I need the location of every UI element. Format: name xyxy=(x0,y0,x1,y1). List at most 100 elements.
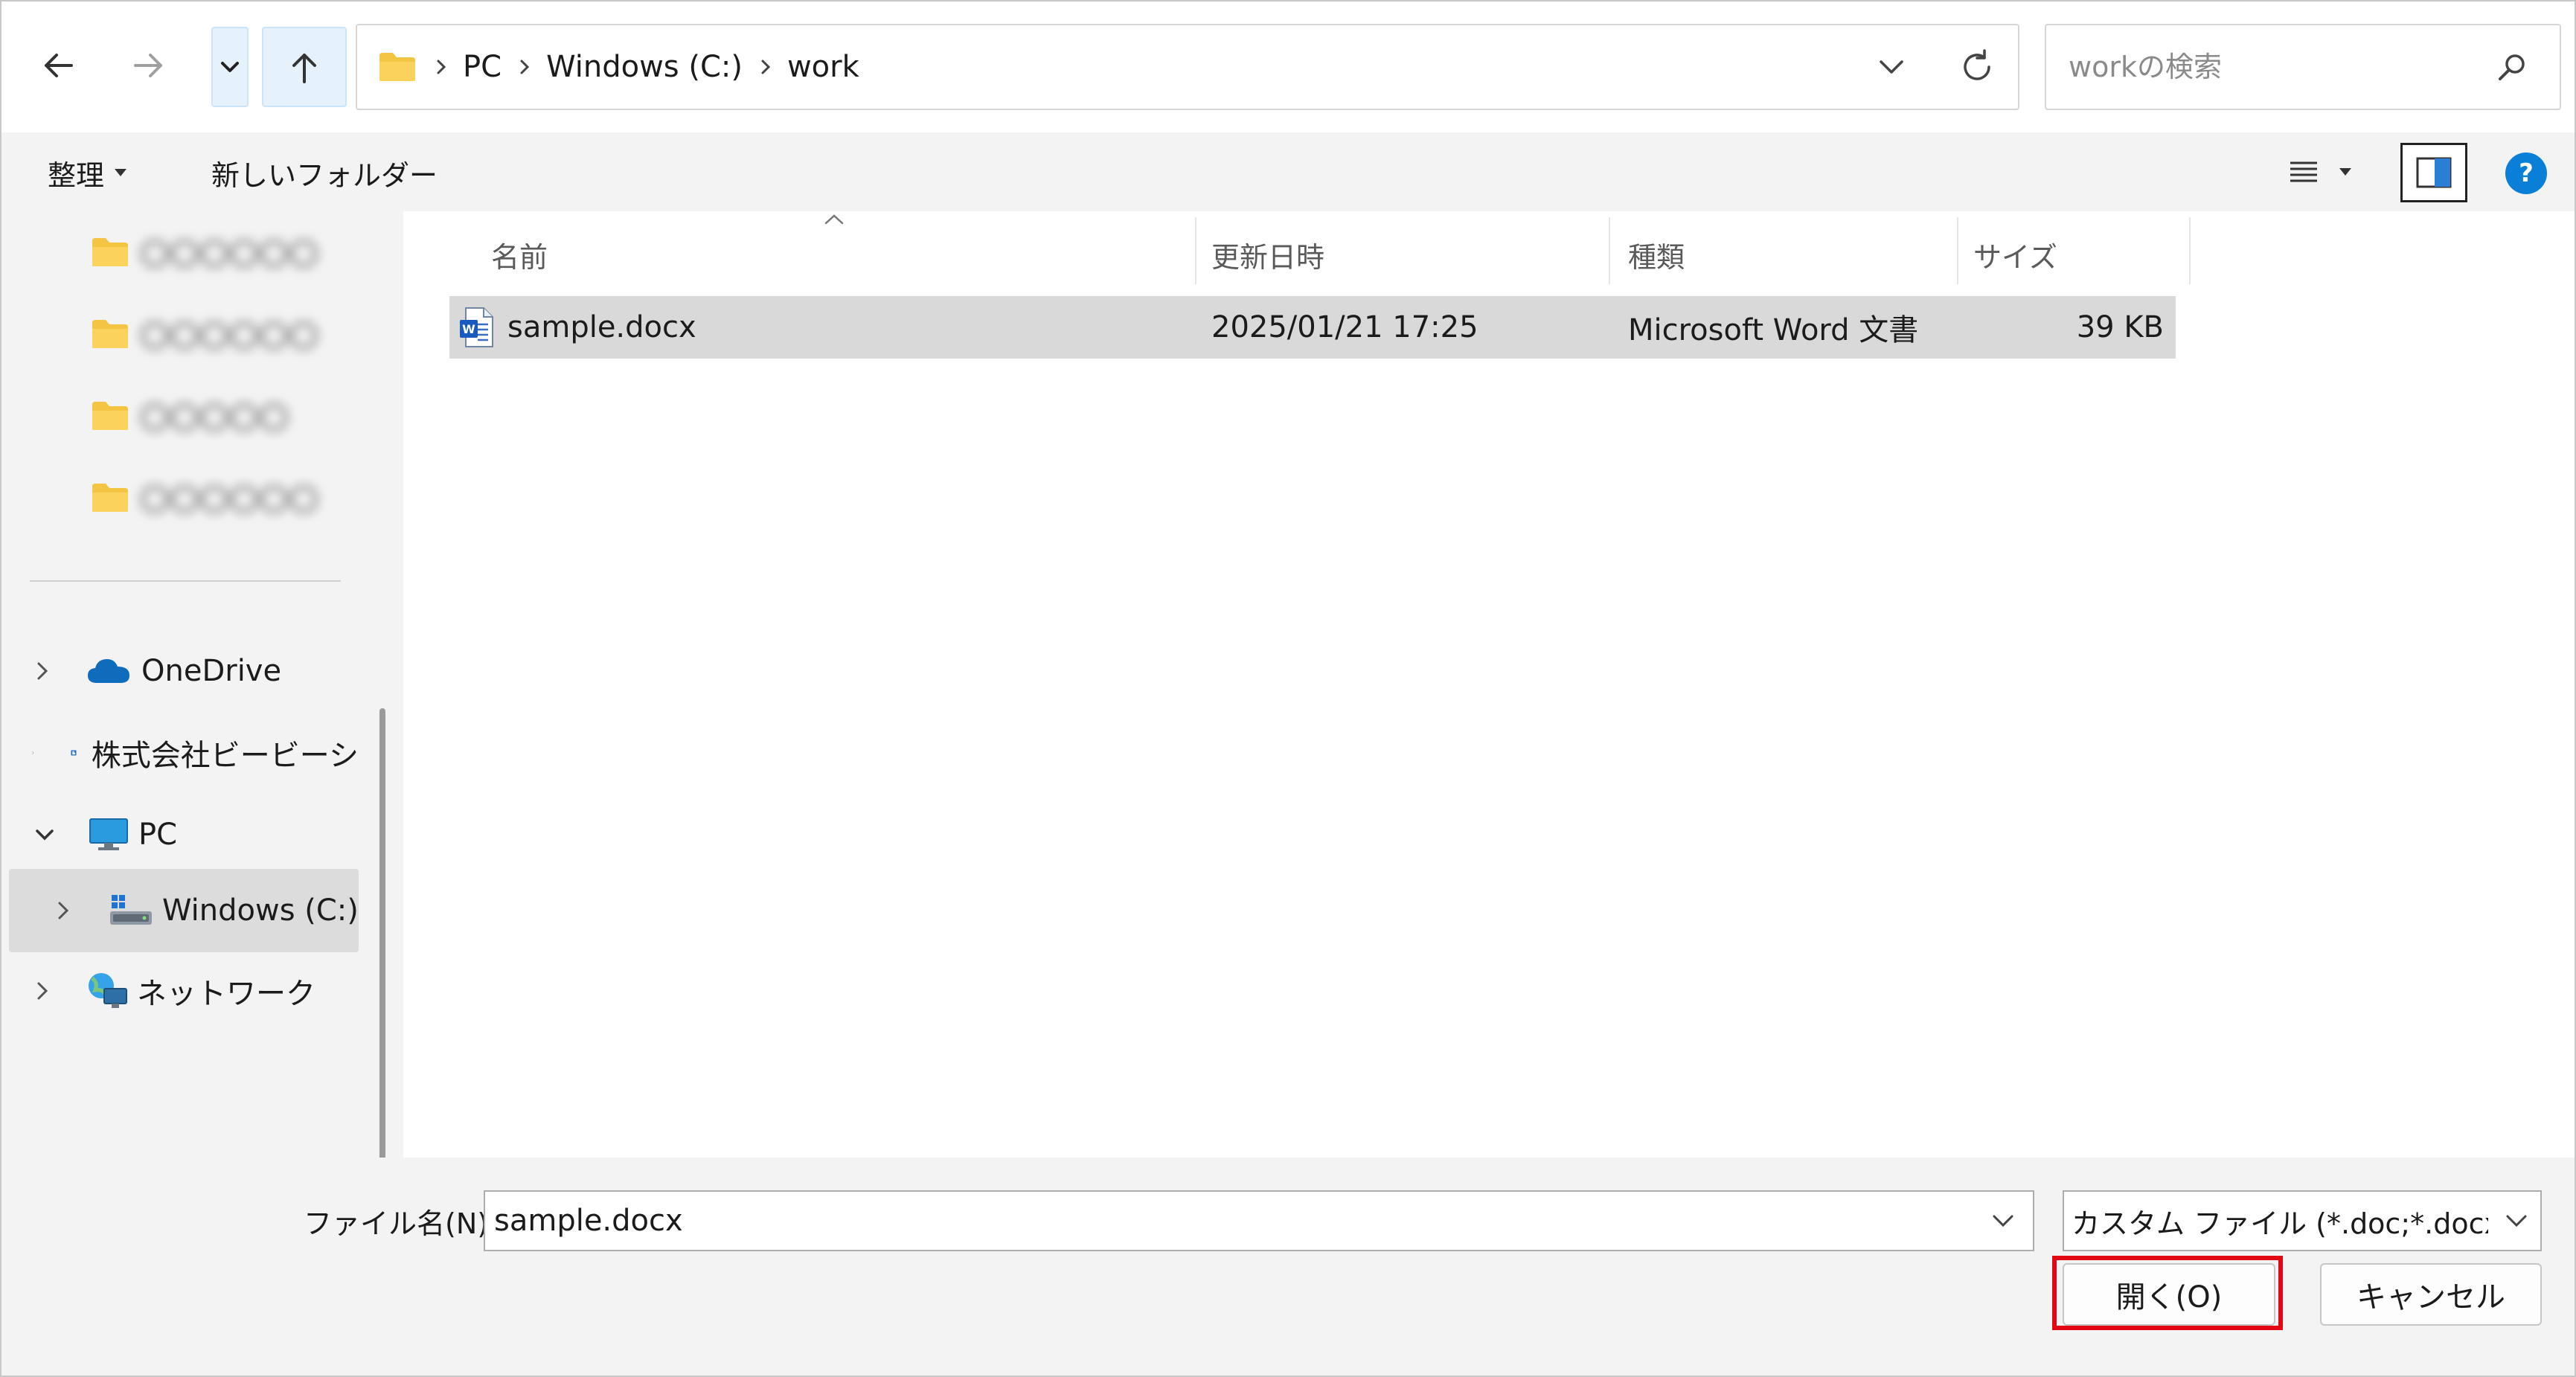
caret-down-icon xyxy=(2339,168,2351,176)
sidebar-folder-label: 〇〇〇〇〇 xyxy=(140,402,289,436)
filename-input[interactable] xyxy=(493,1203,1909,1239)
sidebar-divider xyxy=(30,580,341,582)
chevron-right-icon[interactable] xyxy=(31,978,54,1004)
forward-button[interactable] xyxy=(119,34,179,97)
folder-icon xyxy=(92,484,128,512)
file-list-pane: 名前 更新日時 種類 サイズ W sample.docx 2025/01/21 … xyxy=(403,211,2575,1158)
folder-icon xyxy=(92,320,128,348)
network-icon xyxy=(89,973,127,1008)
sidebar-item-label: Windows (C:) xyxy=(162,893,359,928)
breadcrumb-pc[interactable]: PC xyxy=(463,50,502,84)
column-divider[interactable] xyxy=(2189,217,2191,284)
chevron-right-icon[interactable] xyxy=(31,739,35,766)
file-name: sample.docx xyxy=(507,310,696,344)
org-building-icon xyxy=(71,750,77,756)
cancel-button[interactable]: キャンセル xyxy=(2320,1263,2542,1326)
svg-text:W: W xyxy=(462,322,475,336)
back-button[interactable] xyxy=(28,34,88,97)
up-button[interactable] xyxy=(262,27,347,107)
preview-pane-button[interactable] xyxy=(2400,143,2467,202)
folder-icon xyxy=(92,238,128,266)
column-header-size[interactable]: サイズ xyxy=(1973,223,2167,286)
column-header-label: サイズ xyxy=(1973,240,2057,274)
column-header-modified[interactable]: 更新日時 xyxy=(1211,223,1583,286)
address-bar[interactable]: PC Windows (C:) work xyxy=(356,24,2019,110)
sidebar-item-pc[interactable]: PC xyxy=(31,805,177,864)
sidebar-item-organization[interactable]: 株式会社ビービーシ xyxy=(31,723,359,783)
filename-label: ファイル名(N): xyxy=(304,1207,498,1240)
sidebar-item-label: 株式会社ビービーシ xyxy=(91,739,359,773)
search-box[interactable] xyxy=(2045,24,2561,110)
refresh-button[interactable] xyxy=(1936,30,2018,104)
column-divider[interactable] xyxy=(1195,217,1196,284)
sidebar-folder-item[interactable]: 〇〇〇〇〇〇 xyxy=(91,228,318,277)
file-type-filter-select[interactable]: カスタム ファイル (*.doc;*.docx;*.rtf; xyxy=(2063,1190,2542,1251)
breadcrumb-windows-c[interactable]: Windows (C:) xyxy=(546,50,743,84)
column-header-type[interactable]: 種類 xyxy=(1628,223,1941,286)
file-type-filter-value: カスタム ファイル (*.doc;*.docx;*.rtf; xyxy=(2072,1207,2488,1240)
column-divider[interactable] xyxy=(1609,217,1610,284)
chevron-right-icon xyxy=(761,60,771,74)
organize-label: 整理 xyxy=(48,158,105,192)
refresh-icon xyxy=(1964,49,1990,80)
new-folder-label: 新しいフォルダー xyxy=(211,158,438,192)
search-input[interactable] xyxy=(2067,50,2457,84)
file-open-dialog: PC Windows (C:) work workの検索 整理 新しいフォルダー… xyxy=(0,0,2576,1377)
caret-down-icon xyxy=(115,169,127,176)
help-icon: ? xyxy=(2505,153,2547,194)
arrow-up-icon xyxy=(292,54,316,83)
filename-combobox[interactable] xyxy=(484,1190,2034,1251)
chevron-down-icon xyxy=(1880,60,1903,74)
address-history-button[interactable] xyxy=(1862,30,1921,104)
sidebar-item-label: PC xyxy=(138,818,178,852)
list-view-icon xyxy=(2290,161,2317,182)
chevron-right-icon[interactable] xyxy=(31,658,54,684)
sidebar-item-onedrive[interactable]: OneDrive xyxy=(31,641,281,701)
sidebar-folder-label: 〇〇〇〇〇〇 xyxy=(140,484,318,518)
recent-locations-button[interactable] xyxy=(211,27,249,107)
open-button-highlight xyxy=(2052,1256,2283,1330)
column-header-label: 種類 xyxy=(1628,240,1685,274)
file-size-cell: 39 KB xyxy=(2076,310,2164,344)
organize-menu-button[interactable]: 整理 xyxy=(48,152,128,193)
chevron-right-icon xyxy=(520,60,530,74)
chevron-right-icon xyxy=(437,60,446,74)
chevron-down-icon[interactable] xyxy=(1990,1212,2016,1230)
column-header-name[interactable]: 名前 xyxy=(491,223,848,286)
file-modified-cell: 2025/01/21 17:25 xyxy=(1211,310,1478,344)
arrow-left-icon xyxy=(45,54,73,77)
sidebar-item-network[interactable]: ネットワーク xyxy=(31,961,315,1021)
folder-icon xyxy=(379,53,415,81)
preview-pane-icon xyxy=(2416,157,2452,188)
arrow-right-icon xyxy=(134,54,162,77)
column-header-label: 名前 xyxy=(491,240,548,274)
column-divider[interactable] xyxy=(1957,217,1958,284)
sidebar-folder-item[interactable]: 〇〇〇〇〇〇 xyxy=(91,309,318,359)
dialog-footer: ファイル名(N): カスタム ファイル (*.doc;*.docx;*.rtf;… xyxy=(1,1158,2575,1376)
breadcrumb-work[interactable]: work xyxy=(787,50,859,84)
sidebar-item-windows-c[interactable]: Windows (C:) xyxy=(52,881,359,940)
search-icon[interactable] xyxy=(2494,49,2530,85)
help-button[interactable]: ? xyxy=(2500,147,2552,199)
word-document-icon: W xyxy=(460,307,493,347)
view-options-button[interactable] xyxy=(2275,149,2365,195)
folder-icon xyxy=(92,402,128,430)
cancel-button-label: キャンセル xyxy=(2356,1280,2505,1315)
navigation-pane: 〇〇〇〇〇〇 〇〇〇〇〇〇 〇〇〇〇〇 〇〇〇〇〇〇 OneDrive 株式会社… xyxy=(1,211,403,1326)
navigation-bar: PC Windows (C:) work xyxy=(1,1,2575,132)
sidebar-folder-item[interactable]: 〇〇〇〇〇〇 xyxy=(91,473,318,522)
pc-monitor-icon xyxy=(89,818,128,850)
sidebar-item-label: OneDrive xyxy=(141,654,282,688)
chevron-down-icon xyxy=(2506,1215,2527,1227)
sidebar-folder-label: 〇〇〇〇〇〇 xyxy=(140,320,318,354)
sidebar-item-label: ネットワーク xyxy=(137,977,315,1011)
chevron-down-icon xyxy=(221,62,239,72)
sidebar-folder-label: 〇〇〇〇〇〇 xyxy=(140,238,318,272)
new-folder-button[interactable]: 新しいフォルダー xyxy=(211,152,438,193)
file-row[interactable]: W sample.docx 2025/01/21 17:25 Microsoft… xyxy=(449,296,2176,359)
chevron-right-icon[interactable] xyxy=(52,897,74,924)
windows-drive-icon xyxy=(110,895,152,925)
svg-text:?: ? xyxy=(2519,158,2534,188)
sidebar-folder-item[interactable]: 〇〇〇〇〇 xyxy=(91,391,289,440)
chevron-down-icon[interactable] xyxy=(31,824,58,846)
